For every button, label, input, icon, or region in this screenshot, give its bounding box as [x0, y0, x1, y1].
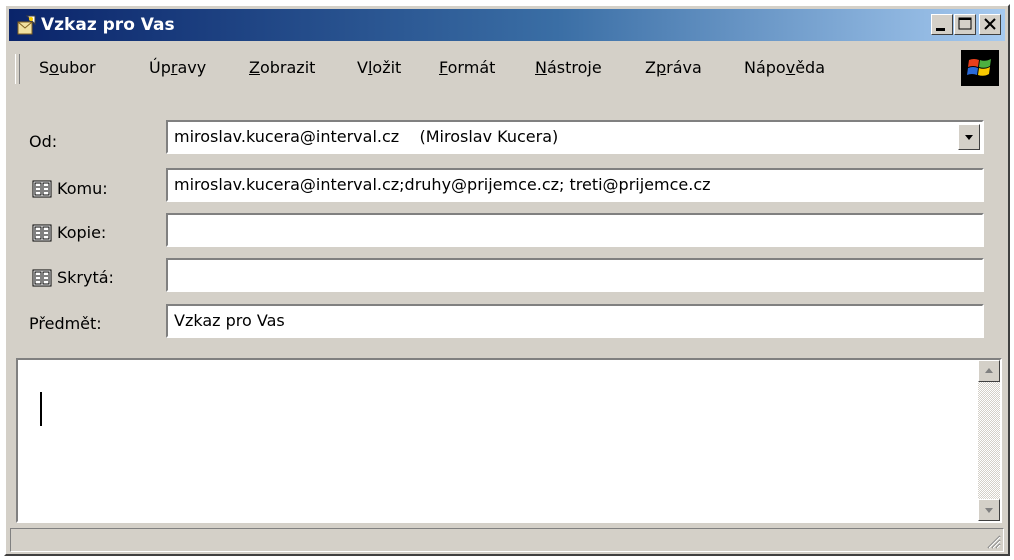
- menu-zprava[interactable]: Zpráva: [645, 58, 702, 78]
- maximize-icon: [958, 17, 972, 30]
- arrow-up-icon: [985, 368, 993, 373]
- status-bar: [10, 528, 1004, 552]
- minimize-button[interactable]: [931, 14, 953, 35]
- scroll-down-button[interactable]: [978, 499, 1000, 521]
- close-button[interactable]: [979, 14, 1001, 35]
- cc-label: Kopie:: [57, 223, 107, 242]
- vertical-scrollbar[interactable]: [978, 360, 1000, 521]
- window-title: Vzkaz pro Vas: [41, 15, 175, 35]
- windows-logo-icon: [961, 50, 999, 86]
- address-book-icon[interactable]: [32, 269, 52, 287]
- maximize-button[interactable]: [954, 14, 976, 35]
- menu-upravy[interactable]: Úpravy: [149, 58, 206, 78]
- to-label: Komu:: [57, 179, 108, 198]
- minimize-icon: [936, 28, 945, 31]
- menu-soubor[interactable]: Soubor: [39, 58, 96, 78]
- from-select[interactable]: miroslav.kucera@interval.cz (Miroslav Ku…: [166, 120, 984, 154]
- arrow-down-icon: [985, 508, 993, 513]
- cc-field[interactable]: [166, 213, 984, 247]
- close-icon: [984, 18, 996, 30]
- menu-zobrazit[interactable]: Zobrazit: [249, 58, 315, 78]
- menu-nastroje[interactable]: Nástroje: [535, 58, 602, 78]
- scroll-up-button[interactable]: [978, 360, 1000, 382]
- subject-value: Vzkaz pro Vas: [174, 311, 285, 330]
- menu-bar: Soubor Úpravy Zobrazit Vložit Formát Nás…: [9, 46, 1005, 90]
- bcc-field[interactable]: [166, 258, 984, 292]
- from-dropdown-button[interactable]: [958, 124, 980, 150]
- from-value: miroslav.kucera@interval.cz (Miroslav Ku…: [174, 127, 559, 146]
- compose-window: Vzkaz pro Vas Soubor Úpravy Zobrazit Vlo…: [4, 4, 1010, 556]
- resize-grip-icon[interactable]: [983, 531, 1001, 549]
- to-value: miroslav.kucera@interval.cz;druhy@prijem…: [174, 175, 711, 194]
- message-body[interactable]: [16, 358, 1002, 523]
- menu-format[interactable]: Formát: [439, 58, 495, 78]
- menu-vlozit[interactable]: Vložit: [357, 58, 401, 78]
- subject-label: Předmět:: [29, 314, 102, 333]
- address-book-icon[interactable]: [32, 224, 52, 242]
- subject-field[interactable]: Vzkaz pro Vas: [166, 304, 984, 338]
- address-book-icon[interactable]: [32, 180, 52, 198]
- new-message-icon: [17, 15, 36, 35]
- chevron-down-icon: [965, 135, 973, 140]
- text-cursor: [40, 392, 42, 426]
- to-field[interactable]: miroslav.kucera@interval.cz;druhy@prijem…: [166, 168, 984, 202]
- bcc-label: Skrytá:: [57, 268, 114, 287]
- from-label: Od:: [29, 132, 58, 151]
- toolbar-grip[interactable]: [15, 54, 20, 84]
- menu-napoveda[interactable]: Nápověda: [744, 58, 825, 78]
- title-bar[interactable]: Vzkaz pro Vas: [9, 9, 1005, 41]
